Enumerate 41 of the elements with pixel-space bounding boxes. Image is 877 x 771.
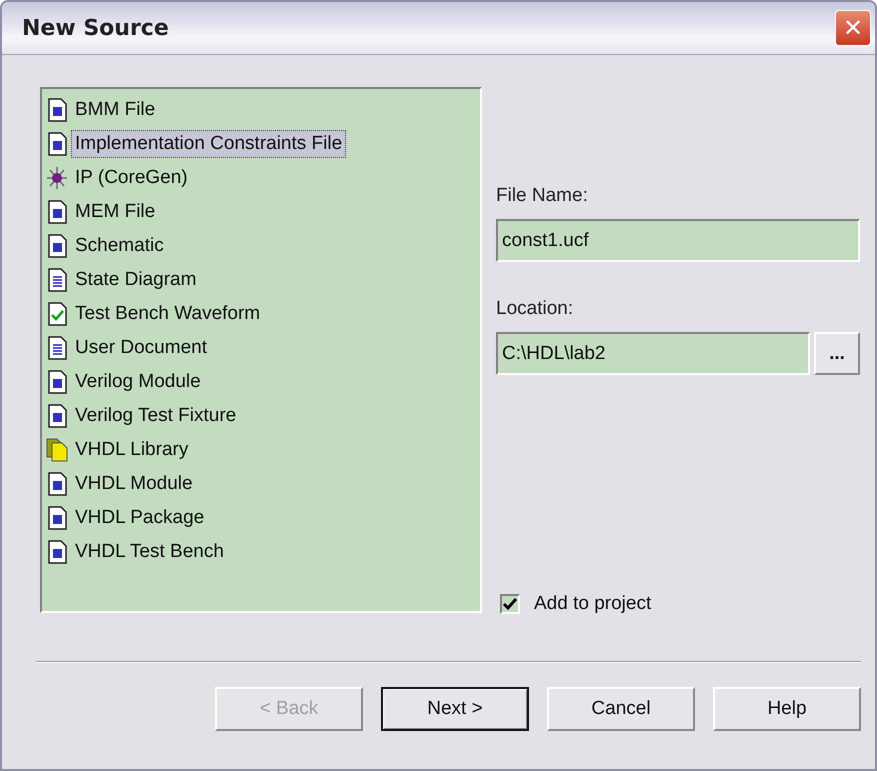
list-item[interactable]: User Document	[71, 334, 211, 362]
browse-button[interactable]: ...	[814, 332, 860, 375]
document-icon	[46, 98, 68, 122]
document-icon	[46, 132, 68, 156]
text-document-icon	[46, 268, 68, 292]
list-item[interactable]: VHDL Package	[71, 504, 208, 532]
list-item[interactable]: BMM File	[71, 96, 160, 124]
list-item[interactable]: Verilog Module	[71, 368, 205, 396]
list-item[interactable]: IP (CoreGen)	[71, 164, 192, 192]
field-label: Location:	[496, 298, 574, 320]
document-icon	[46, 540, 68, 564]
document-icon	[46, 404, 68, 428]
folder-stack-icon	[46, 438, 68, 462]
list-item[interactable]: Implementation Constraints File	[71, 130, 346, 158]
dialog-button[interactable]: Next >	[381, 687, 529, 731]
document-icon	[46, 200, 68, 224]
document-icon	[46, 506, 68, 530]
list-item[interactable]: Schematic	[71, 232, 168, 260]
window-title: New Source	[22, 16, 169, 40]
list-item[interactable]: Verilog Test Fixture	[71, 402, 240, 430]
document-icon	[46, 234, 68, 258]
list-item[interactable]: Test Bench Waveform	[71, 300, 264, 328]
checkbox[interactable]	[500, 594, 520, 614]
starburst-icon	[46, 166, 68, 190]
document-icon	[46, 472, 68, 496]
source-type-list[interactable]	[40, 87, 482, 613]
dialog-button[interactable]: Cancel	[547, 687, 695, 731]
dialog-button[interactable]: Help	[713, 687, 861, 731]
list-item[interactable]: State Diagram	[71, 266, 200, 294]
text-document-icon	[46, 336, 68, 360]
list-item[interactable]: MEM File	[71, 198, 160, 226]
checkbox-label: Add to project	[534, 593, 652, 615]
list-item[interactable]: VHDL Test Bench	[71, 538, 228, 566]
close-button[interactable]: ✕	[835, 10, 871, 46]
field-label: File Name:	[496, 185, 589, 207]
list-item[interactable]: VHDL Library	[71, 436, 192, 464]
list-item[interactable]: VHDL Module	[71, 470, 197, 498]
input-field[interactable]: const1.ucf	[496, 219, 860, 262]
check-document-icon	[46, 302, 68, 326]
input-field[interactable]: C:\HDL\lab2	[496, 332, 810, 375]
document-icon	[46, 370, 68, 394]
